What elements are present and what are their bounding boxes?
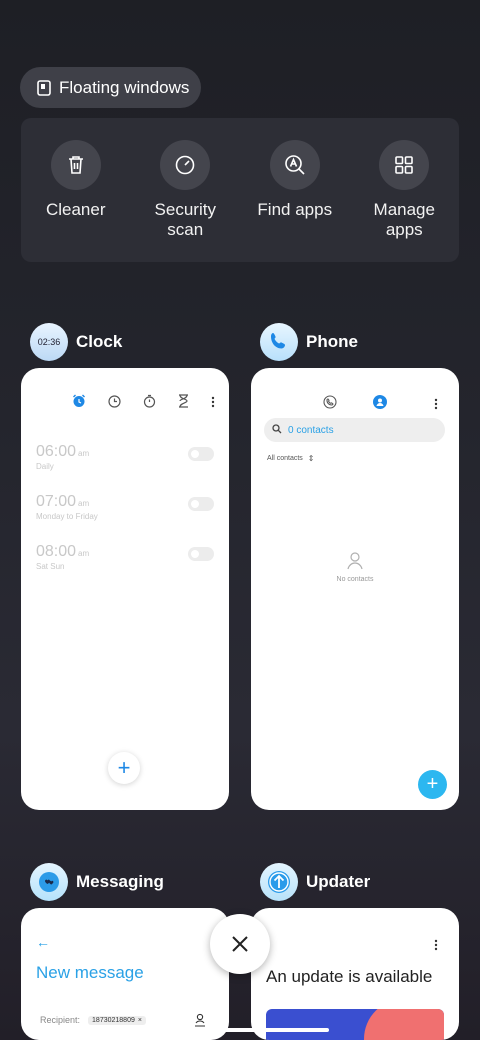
messaging-app-icon — [30, 863, 68, 901]
grid-icon — [379, 140, 430, 190]
messaging-app-title: Messaging — [76, 872, 164, 891]
updater-app-title: Updater — [306, 872, 371, 891]
stopwatch-tab-icon[interactable] — [143, 394, 156, 413]
alarm-repeat: Sat Sun — [36, 562, 65, 571]
search-icon — [272, 423, 282, 437]
chip-close-icon[interactable]: × — [138, 1017, 142, 1024]
updater-app-card[interactable]: An update is available — [251, 908, 459, 1040]
find-apps-button[interactable]: Find apps — [245, 140, 345, 262]
timer-tab-icon[interactable] — [178, 394, 189, 413]
quick-tools-panel: Cleaner Security scan Find apps Manage a… — [21, 118, 459, 262]
alarm-repeat: Monday to Friday — [36, 512, 98, 521]
recipient-chip[interactable]: 18730218809 × — [88, 1015, 146, 1025]
empty-contacts-state: No contacts — [251, 550, 459, 583]
clock-app-header[interactable]: 02:36 Clock — [30, 323, 122, 361]
chevron-updown-icon: ⇕ — [307, 454, 315, 463]
alarm-repeat: Daily — [36, 462, 54, 471]
floating-windows-button[interactable]: Floating windows — [20, 67, 201, 108]
contacts-count: 0 contacts — [288, 424, 334, 436]
phone-app-header[interactable]: Phone — [260, 323, 358, 361]
more-options-icon[interactable] — [211, 395, 215, 413]
close-all-button[interactable] — [210, 914, 270, 974]
phone-app-title: Phone — [306, 332, 358, 351]
phone-app-icon — [260, 323, 298, 361]
trash-icon — [50, 140, 101, 190]
floating-windows-label: Floating windows — [59, 77, 190, 97]
clock-tab-bar — [72, 394, 215, 413]
manage-apps-label: Manage apps — [373, 200, 435, 239]
alarm-row[interactable]: 06:00 am Daily — [36, 443, 214, 471]
alarm-toggle[interactable] — [188, 547, 214, 561]
close-icon — [232, 936, 248, 952]
alarm-toggle[interactable] — [188, 497, 214, 511]
clock-icon-time: 02:36 — [37, 337, 61, 347]
alarm-row[interactable]: 08:00 am Sat Sun — [36, 543, 214, 571]
security-scan-button[interactable]: Security scan — [135, 140, 235, 262]
recipient-label: Recipient: — [40, 1015, 81, 1025]
contacts-filter-label: All contacts — [267, 455, 303, 462]
recipient-number: 18730218809 — [92, 1016, 135, 1024]
contacts-search-input[interactable]: 0 contacts — [264, 418, 445, 442]
call-log-tab-icon[interactable] — [323, 395, 337, 414]
cleaner-button[interactable]: Cleaner — [26, 140, 126, 262]
add-alarm-button[interactable]: + — [108, 752, 140, 784]
home-indicator[interactable] — [151, 1028, 329, 1032]
alarm-row[interactable]: 07:00 am Monday to Friday — [36, 493, 214, 521]
world-clock-tab-icon[interactable] — [108, 394, 121, 413]
manage-apps-button[interactable]: Manage apps — [354, 140, 454, 262]
floating-window-icon — [36, 79, 51, 96]
new-message-title: New message — [36, 963, 144, 982]
update-banner-image — [266, 1009, 444, 1040]
person-icon — [347, 552, 363, 570]
find-apps-icon — [269, 140, 320, 190]
add-contact-button[interactable]: + — [418, 770, 447, 799]
clock-app-icon: 02:36 — [30, 323, 68, 361]
more-options-icon[interactable] — [434, 397, 438, 415]
update-available-title: An update is available — [266, 967, 433, 986]
phone-app-card[interactable]: 0 contacts All contacts ⇕ No contacts + — [251, 368, 459, 810]
updater-app-header[interactable]: Updater — [260, 863, 370, 901]
find-apps-label: Find apps — [257, 200, 333, 219]
updater-app-icon — [260, 863, 298, 901]
clock-app-card[interactable]: 06:00 am Daily 07:00 am Monday to Friday 0… — [21, 368, 229, 810]
alarm-tab-icon[interactable] — [72, 394, 86, 413]
messaging-app-card[interactable]: ← New message Recipient: 18730218809 × — [21, 908, 229, 1040]
contacts-tab-icon[interactable] — [373, 395, 387, 414]
more-options-icon[interactable] — [434, 938, 438, 956]
back-arrow-icon[interactable]: ← — [36, 934, 50, 950]
no-contacts-label: No contacts — [336, 576, 374, 583]
cleaner-label: Cleaner — [45, 200, 106, 219]
contacts-filter-dropdown[interactable]: All contacts ⇕ — [267, 454, 315, 463]
security-scan-icon — [160, 140, 211, 190]
recipient-field[interactable]: Recipient: 18730218809 × — [40, 1015, 146, 1025]
security-scan-label: Security scan — [154, 200, 216, 239]
alarm-toggle[interactable] — [188, 447, 214, 461]
messaging-app-header[interactable]: Messaging — [30, 863, 164, 901]
clock-app-title: Clock — [76, 332, 123, 351]
